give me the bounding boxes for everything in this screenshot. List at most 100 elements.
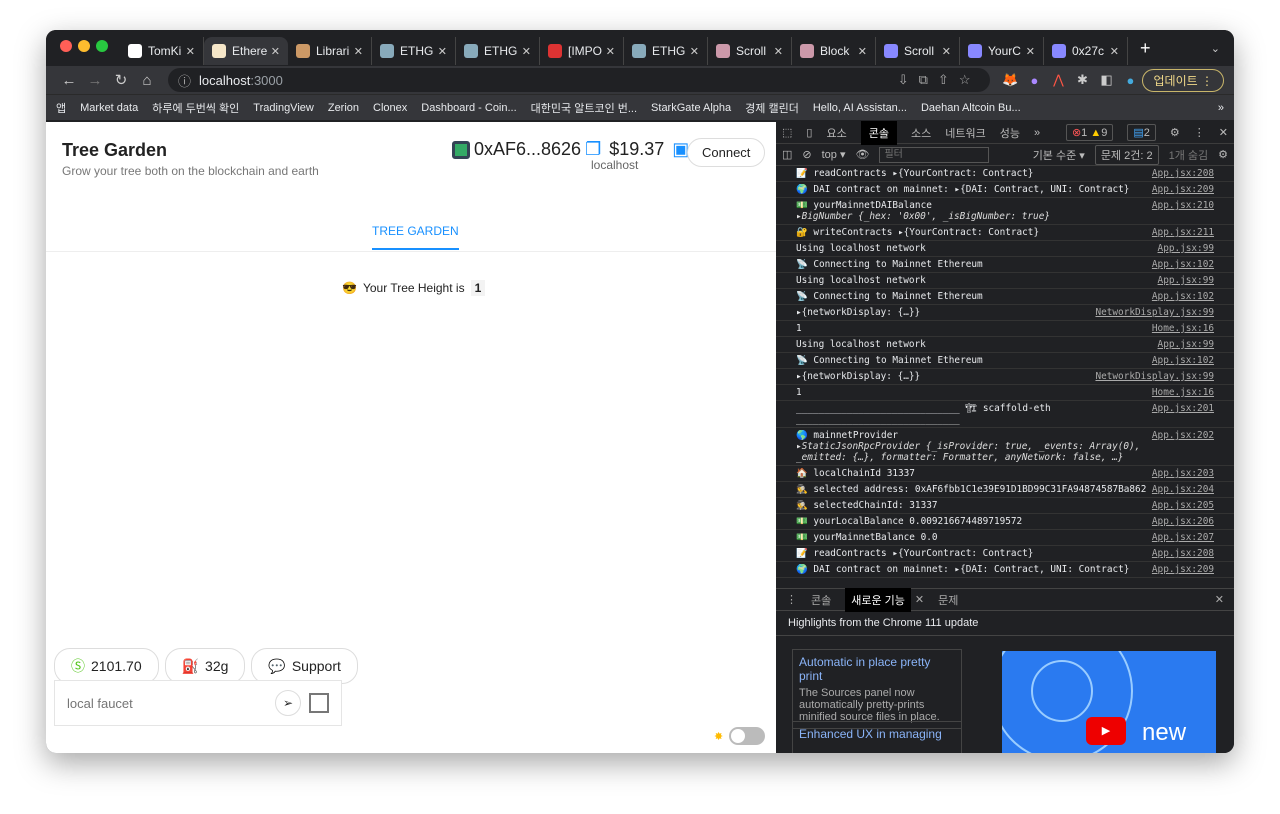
browser-tab[interactable]: [IMPO ✕ xyxy=(540,37,624,65)
copy-icon[interactable]: ❐ xyxy=(585,139,601,160)
drawer-tab[interactable]: 콘솔 xyxy=(811,592,831,608)
log-row[interactable]: Using localhost network App.jsx:99 xyxy=(776,273,1234,289)
sidebar-icon[interactable]: ◫ xyxy=(782,148,792,161)
browser-tab[interactable]: ETHGl ✕ xyxy=(624,37,708,65)
eye-icon[interactable]: 👁 xyxy=(856,148,870,161)
feature-card[interactable]: Automatic in place pretty print The Sourc… xyxy=(792,649,962,729)
browser-tab[interactable]: Scroll ✕ xyxy=(708,37,792,65)
sidepanel-icon[interactable]: ◧ xyxy=(1094,72,1118,88)
log-row[interactable]: 💵 yourMainnetBalance 0.0 App.jsx:207 xyxy=(776,530,1234,546)
log-source-link[interactable]: App.jsx:211 xyxy=(1152,227,1214,238)
level-select[interactable]: 기본 수준 ▾ xyxy=(1033,147,1085,163)
close-icon[interactable]: ✕ xyxy=(915,593,924,606)
log-source-link[interactable]: App.jsx:205 xyxy=(1152,500,1214,511)
log-row[interactable]: 📝 readContracts ▸{YourContract: Contract… xyxy=(776,546,1234,562)
log-source-link[interactable]: App.jsx:102 xyxy=(1152,291,1214,302)
gear-icon[interactable]: ⚙ xyxy=(1218,148,1228,161)
browser-tab[interactable]: Block ✕ xyxy=(792,37,876,65)
log-row[interactable]: 1 Home.jsx:16 xyxy=(776,321,1234,337)
support-button[interactable]: 💬 Support xyxy=(251,648,358,684)
issues-badge[interactable]: 문제 2건: 2 xyxy=(1094,144,1159,165)
log-row[interactable]: ▸{networkDisplay: {…}} NetworkDisplay.jsx… xyxy=(776,305,1234,321)
devtools-tab[interactable]: 요소 xyxy=(826,125,846,141)
devtools-tab[interactable]: 네트워크 xyxy=(945,125,985,141)
bookmark-item[interactable]: Dashboard - Coin... xyxy=(421,102,516,114)
tab-tree-garden[interactable]: TREE GARDEN xyxy=(372,224,459,250)
close-icon[interactable]: ✕ xyxy=(1026,45,1035,58)
log-source-link[interactable]: App.jsx:207 xyxy=(1152,532,1214,543)
metamask-icon[interactable]: 🦊 xyxy=(998,72,1022,88)
more-icon[interactable]: ⋮ xyxy=(1194,126,1205,139)
context-select[interactable]: top ▾ xyxy=(822,148,846,161)
browser-tab[interactable]: Ethere ✕ xyxy=(204,37,288,65)
log-source-link[interactable]: App.jsx:99 xyxy=(1158,275,1214,286)
log-source-link[interactable]: App.jsx:203 xyxy=(1152,468,1214,479)
close-icon[interactable]: ✕ xyxy=(606,45,615,58)
home-icon[interactable]: ⌂ xyxy=(134,72,160,89)
log-source-link[interactable]: App.jsx:210 xyxy=(1152,200,1214,211)
faucet-input[interactable] xyxy=(67,695,275,711)
device-icon[interactable]: ▯ xyxy=(806,126,812,139)
bookmark-item[interactable]: 하루에 두번씩 확인 xyxy=(152,100,239,116)
log-row[interactable]: ▸{networkDisplay: {…}} NetworkDisplay.jsx… xyxy=(776,369,1234,385)
log-source-link[interactable]: App.jsx:99 xyxy=(1158,339,1214,350)
bookmark-item[interactable]: StarkGate Alpha xyxy=(651,102,731,114)
inspect-icon[interactable]: ⬚ xyxy=(782,126,792,139)
log-row[interactable]: 🔐 writeContracts ▸{YourContract: Contrac… xyxy=(776,225,1234,241)
devtools-tab[interactable]: 소스 xyxy=(911,125,931,141)
log-row[interactable]: 📡 Connecting to Mainnet Ethereum App.jsx:… xyxy=(776,353,1234,369)
extension-icon[interactable]: ⋀ xyxy=(1046,72,1070,88)
devtools-tab[interactable]: » xyxy=(1034,127,1040,139)
log-row[interactable]: Using localhost network App.jsx:99 xyxy=(776,337,1234,353)
close-icon[interactable]: ✕ xyxy=(1219,126,1228,139)
browser-tab[interactable]: TomKi ✕ xyxy=(120,37,204,65)
bookmark-item[interactable]: 대한민국 알트코인 번... xyxy=(531,100,637,116)
close-icon[interactable]: ✕ xyxy=(774,45,783,58)
close-icon[interactable]: ✕ xyxy=(522,45,531,58)
video-thumbnail[interactable]: ▶ new xyxy=(1002,651,1216,753)
browser-tab[interactable]: ETHGl ✕ xyxy=(456,37,540,65)
omnibox-actions-icon[interactable]: ⇩⧉⇧☆ xyxy=(898,72,981,88)
log-row[interactable]: 💵 yourLocalBalance 0.009216674489719572 A… xyxy=(776,514,1234,530)
bookmark-item[interactable]: 앱 xyxy=(56,100,66,116)
log-source-link[interactable]: NetworkDisplay.jsx:99 xyxy=(1095,371,1214,382)
log-source-link[interactable]: App.jsx:202 xyxy=(1152,430,1214,441)
log-source-link[interactable]: App.jsx:102 xyxy=(1152,259,1214,270)
reload-icon[interactable]: ↻ xyxy=(108,71,134,89)
log-source-link[interactable]: App.jsx:206 xyxy=(1152,516,1214,527)
log-row[interactable]: 📡 Connecting to Mainnet Ethereum App.jsx:… xyxy=(776,257,1234,273)
log-row[interactable]: 🌍 DAI contract on mainnet: ▸{DAI: Contra… xyxy=(776,562,1234,578)
puzzle-icon[interactable]: ✱ xyxy=(1070,72,1094,88)
address-bar[interactable]: ⓘ localhost:3000 ⇩⧉⇧☆ xyxy=(168,68,991,92)
log-source-link[interactable]: App.jsx:208 xyxy=(1152,548,1214,559)
connect-button[interactable]: Connect xyxy=(687,138,766,167)
drawer-tab[interactable]: 새로운 기능 xyxy=(845,587,911,612)
close-icon[interactable]: ✕ xyxy=(690,45,699,58)
tab-search-icon[interactable]: ⌄ xyxy=(1211,42,1220,55)
clear-icon[interactable]: ⊘ xyxy=(802,148,811,161)
bookmark-item[interactable]: TradingView xyxy=(253,102,314,114)
log-row[interactable]: 1 Home.jsx:16 xyxy=(776,385,1234,401)
close-icon[interactable]: ✕ xyxy=(186,45,195,58)
log-source-link[interactable]: Home.jsx:16 xyxy=(1152,323,1214,334)
filter-input[interactable] xyxy=(879,146,990,163)
update-button[interactable]: 업데이트 ⋮ xyxy=(1142,68,1224,92)
browser-tab[interactable]: YourC ✕ xyxy=(960,37,1044,65)
console-log[interactable]: 📝 readContracts ▸{YourContract: Contract… xyxy=(776,166,1234,583)
log-detail[interactable]: ▸BigNumber {_hex: '0x00', _isBigNumber: … xyxy=(796,211,1050,222)
window-controls[interactable] xyxy=(60,39,114,57)
gas-button[interactable]: ⛽ 32g xyxy=(164,648,246,684)
log-row[interactable]: 📝 readContracts ▸{YourContract: Contract… xyxy=(776,166,1234,182)
browser-tab[interactable]: 0x27c ✕ xyxy=(1044,37,1128,65)
log-row[interactable]: 🕵 selected address: 0xAF6fbb1C1e39E91D1B… xyxy=(776,482,1234,498)
bookmark-item[interactable]: 경제 캘린더 xyxy=(745,100,799,116)
price-button[interactable]: Ⓢ 2101.70 xyxy=(54,648,159,684)
browser-tab[interactable]: Scroll ✕ xyxy=(876,37,960,65)
message-counts[interactable]: ⊗1 ▲9 xyxy=(1065,124,1114,141)
extension-icon[interactable]: ● xyxy=(1022,73,1046,88)
log-detail[interactable]: _____________________________ xyxy=(796,414,1051,425)
browser-tab[interactable]: Librari ✕ xyxy=(288,37,372,65)
close-icon[interactable]: ✕ xyxy=(354,45,363,58)
menu-icon[interactable]: ⋮ xyxy=(786,593,797,606)
log-row[interactable]: 🏠 localChainId 31337 App.jsx:203 xyxy=(776,466,1234,482)
